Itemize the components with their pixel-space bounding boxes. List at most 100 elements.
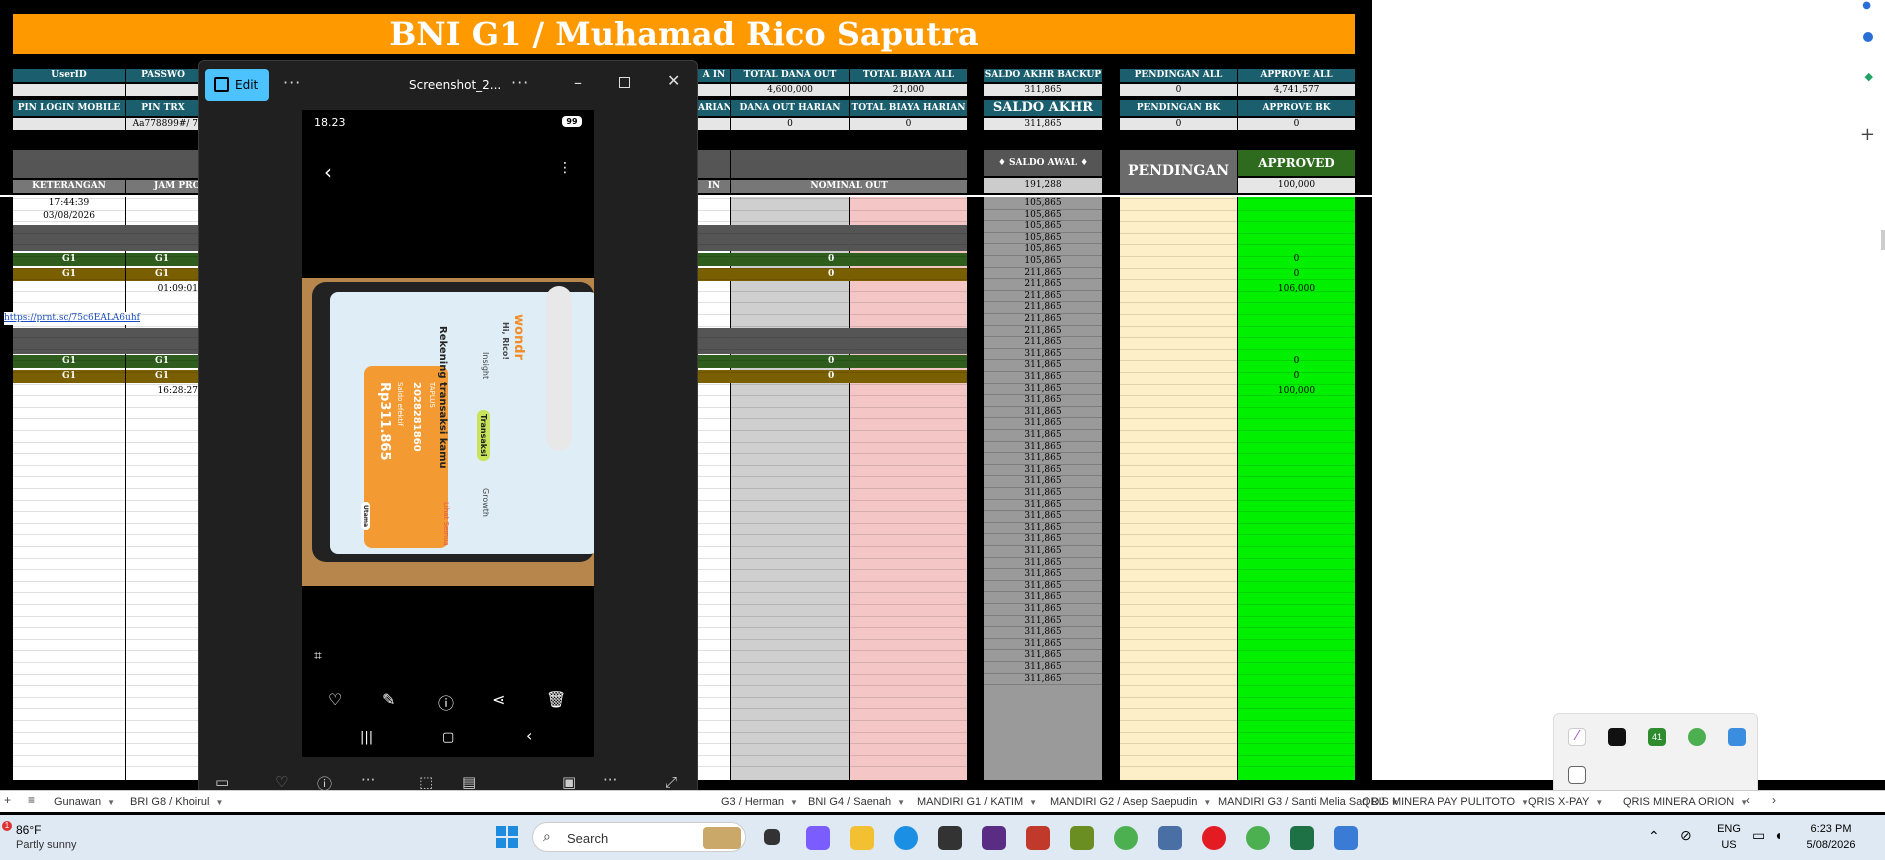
add-icon[interactable]: + xyxy=(1860,124,1875,145)
approve-all-value[interactable]: 4,741,577 xyxy=(1238,84,1355,96)
saldo-cell[interactable]: 311,865 xyxy=(984,546,1102,558)
saldo-cell[interactable]: 311,865 xyxy=(984,674,1102,686)
saldo-cell[interactable]: 211,865 xyxy=(984,291,1102,303)
tab-caret-icon[interactable]: ▼ xyxy=(1029,798,1037,807)
fullscreen-icon[interactable]: ⤢ xyxy=(665,773,677,791)
saldo-cell[interactable]: 311,865 xyxy=(984,650,1102,662)
saldo-cell[interactable]: 311,865 xyxy=(984,465,1102,477)
saldo-cell[interactable]: 211,865 xyxy=(984,326,1102,338)
saldo-cell[interactable]: 311,865 xyxy=(984,360,1102,372)
pendingan-all-value[interactable]: 0 xyxy=(1120,84,1237,96)
saldo-cell[interactable]: 311,865 xyxy=(984,407,1102,419)
row-g1-green-b[interactable]: G1 xyxy=(126,253,198,266)
saldo-cell[interactable]: 311,865 xyxy=(984,616,1102,628)
saldo-cell[interactable]: 311,865 xyxy=(984,662,1102,674)
sheet-tab[interactable]: Gunawan ▼ xyxy=(54,794,115,810)
opera-icon[interactable] xyxy=(1202,826,1226,850)
saldo-cell[interactable]: 105,865 xyxy=(984,233,1102,245)
row-g1-green-c[interactable]: G1 xyxy=(13,355,125,368)
saldo-awal-value[interactable]: 191,288 xyxy=(984,178,1102,193)
taskbar-search[interactable]: ⌕ Search xyxy=(532,822,746,852)
volume-icon[interactable]: ◖ xyxy=(1774,827,1782,843)
saldo-cell[interactable]: 211,865 xyxy=(984,302,1102,314)
add-sheet-icon[interactable]: + xyxy=(4,793,11,807)
app-blue-icon[interactable] xyxy=(1158,826,1182,850)
app-green-icon[interactable] xyxy=(1070,826,1094,850)
approve-bk-value[interactable]: 0 xyxy=(1238,118,1355,130)
saldo-cell[interactable]: 311,865 xyxy=(984,534,1102,546)
windows-taskbar[interactable]: 1 86°F Partly sunny ⌕ Search ⌃ ⊘ ENG US … xyxy=(0,815,1885,860)
windows-start-icon[interactable] xyxy=(496,826,518,848)
close-icon[interactable]: ✕ xyxy=(667,71,680,90)
approved-top-value[interactable]: 100,000 xyxy=(1238,178,1355,193)
slideshow-icon[interactable]: ▣ xyxy=(562,773,576,791)
saldo-cell[interactable]: 311,865 xyxy=(984,395,1102,407)
saldo-cell[interactable]: 211,865 xyxy=(984,279,1102,291)
photos-icon[interactable] xyxy=(1334,826,1358,850)
pin-login-value[interactable] xyxy=(13,118,125,130)
store-icon[interactable] xyxy=(938,826,962,850)
saldo-cell[interactable]: 311,865 xyxy=(984,592,1102,604)
saldo-cell[interactable]: 311,865 xyxy=(984,442,1102,454)
saldo-cell[interactable]: 105,865 xyxy=(984,244,1102,256)
sheet-tab-bar[interactable]: + ≡ Gunawan ▼ BRI G8 / Khoirul ▼ G3 / Herman… xyxy=(0,790,1885,812)
all-sheets-icon[interactable]: ≡ xyxy=(28,793,35,807)
edit-button[interactable]: Edit xyxy=(205,69,269,101)
total-biaya-harian-value[interactable]: 0 xyxy=(850,118,967,130)
saldo-cell[interactable]: 311,865 xyxy=(984,581,1102,593)
clock-date[interactable]: 5/08/2026 xyxy=(1796,839,1866,851)
saldo-cell[interactable]: 211,865 xyxy=(984,268,1102,280)
sheet-tab[interactable]: QRIS X-PAY ▼ xyxy=(1528,794,1603,810)
tab-scroll-left-icon[interactable]: ‹ xyxy=(1746,793,1750,807)
approved-value-zero-1[interactable]: 0 xyxy=(1238,253,1355,266)
viewer-titlebar[interactable]: Edit ··· Screenshot_2... ··· – ✕ xyxy=(199,61,697,105)
saldo-cell[interactable]: 311,865 xyxy=(984,372,1102,384)
dana-out-harian-value[interactable]: 0 xyxy=(731,118,849,130)
pin-trx-value[interactable]: Aa778899#/ 7 xyxy=(126,118,200,130)
weather-desc[interactable]: Partly sunny xyxy=(16,839,77,851)
total-dana-out-value[interactable]: 4,600,000 xyxy=(731,84,849,96)
sheet-tab[interactable]: MANDIRI G1 / KATIM ▼ xyxy=(917,794,1037,810)
saldo-cell[interactable]: 105,865 xyxy=(984,256,1102,268)
maximize-icon[interactable] xyxy=(619,77,630,88)
saldo-cell[interactable]: 311,865 xyxy=(984,384,1102,396)
sheet-tab[interactable]: QRIS MINERA ORION ▼ xyxy=(1623,794,1748,810)
file-more-icon[interactable]: ··· xyxy=(511,73,529,92)
excel-icon[interactable] xyxy=(1290,826,1314,850)
tab-caret-icon[interactable]: ▼ xyxy=(107,798,115,807)
usb-tray-icon[interactable] xyxy=(1568,766,1586,784)
scrollbar-thumb[interactable] xyxy=(1881,230,1885,250)
maps-pin-icon[interactable]: ◆ xyxy=(1865,70,1873,83)
saldo-cell[interactable]: 311,865 xyxy=(984,500,1102,512)
saldo-akhr-value[interactable]: 311,865 xyxy=(984,118,1102,130)
saldo-cell[interactable]: 211,865 xyxy=(984,337,1102,349)
approved-value-zero-3[interactable]: 0 xyxy=(1238,355,1355,368)
row-time-2[interactable]: 01:09:01 xyxy=(126,283,198,296)
lang-eng[interactable]: ENG xyxy=(1714,823,1744,835)
edge-icon[interactable] xyxy=(894,826,918,850)
saldo-cell[interactable]: 211,865 xyxy=(984,314,1102,326)
tray-overflow-popup[interactable]: ⁄ 41 xyxy=(1553,713,1758,797)
filmstrip-icon[interactable]: ▭ xyxy=(215,773,229,791)
display-icon[interactable]: ▭ xyxy=(1752,827,1765,844)
saldo-cell[interactable]: 311,865 xyxy=(984,627,1102,639)
approved-value-106000[interactable]: 106,000 xyxy=(1238,283,1355,296)
badge-tray-icon[interactable]: 41 xyxy=(1648,728,1666,746)
app-red-icon[interactable] xyxy=(1026,826,1050,850)
saldo-cell[interactable]: 311,865 xyxy=(984,511,1102,523)
photo-viewer-window[interactable]: Edit ··· Screenshot_2... ··· – ✕ 18.23 9… xyxy=(198,60,698,804)
userid-value[interactable] xyxy=(13,84,125,96)
ocr-icon[interactable]: ▤ xyxy=(462,773,476,791)
scan-icon[interactable]: ⬚ xyxy=(419,773,433,791)
task-view-icon[interactable] xyxy=(764,829,780,845)
network-off-icon[interactable]: ⊘ xyxy=(1680,827,1692,844)
sheet-tab[interactable]: BNI G4 / Saenah ▼ xyxy=(808,794,905,810)
dana-in-value[interactable] xyxy=(698,84,730,96)
lang-us[interactable]: US xyxy=(1714,839,1744,851)
saldo-cell[interactable]: 311,865 xyxy=(984,476,1102,488)
row-green-zero[interactable]: 0 xyxy=(698,253,967,266)
weather-temp[interactable]: 86°F xyxy=(16,823,41,837)
sheet-tab[interactable]: QRIS MINERA PAY PULITOTO ▼ xyxy=(1362,794,1529,810)
row-g1-green-a[interactable]: G1 xyxy=(13,253,125,266)
sheet-tab[interactable]: MANDIRI G2 / Asep Saepudin ▼ xyxy=(1050,794,1211,810)
